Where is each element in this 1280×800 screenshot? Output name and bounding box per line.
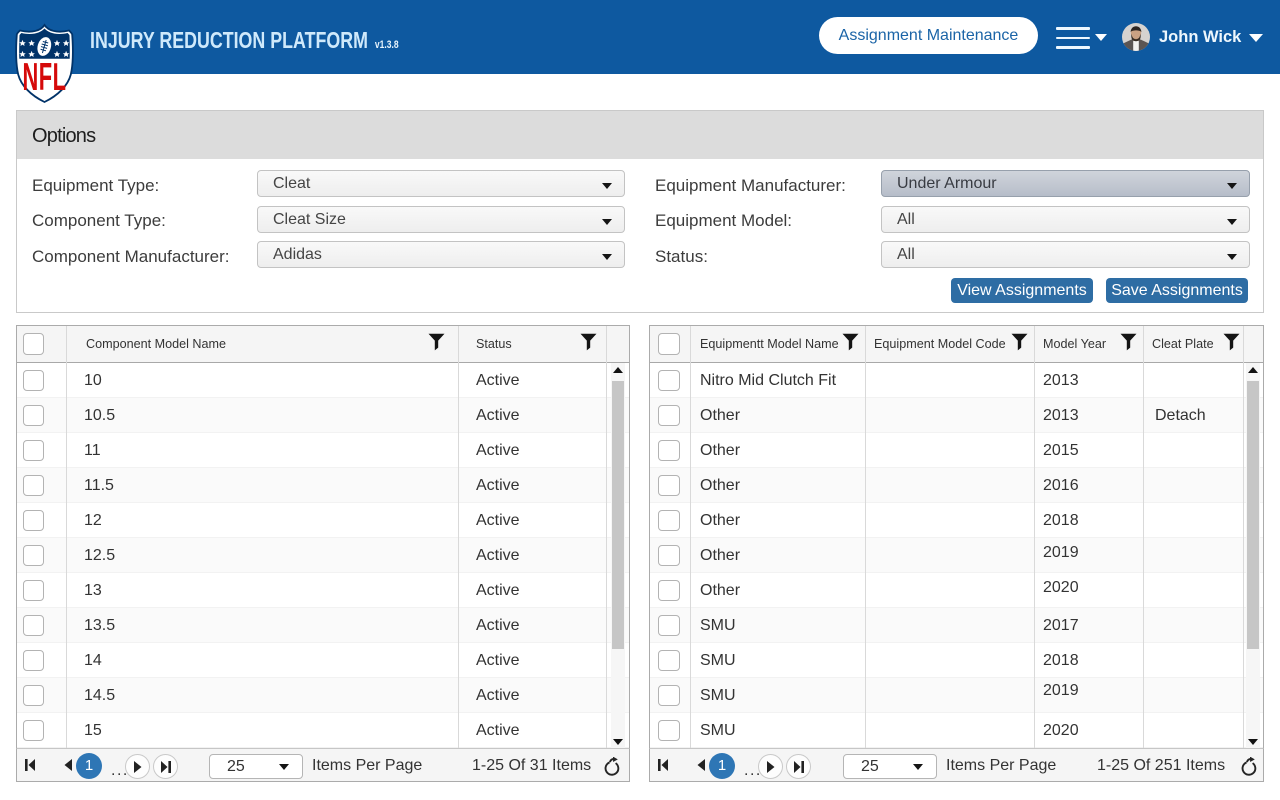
svg-text:NFL: NFL	[22, 54, 66, 98]
